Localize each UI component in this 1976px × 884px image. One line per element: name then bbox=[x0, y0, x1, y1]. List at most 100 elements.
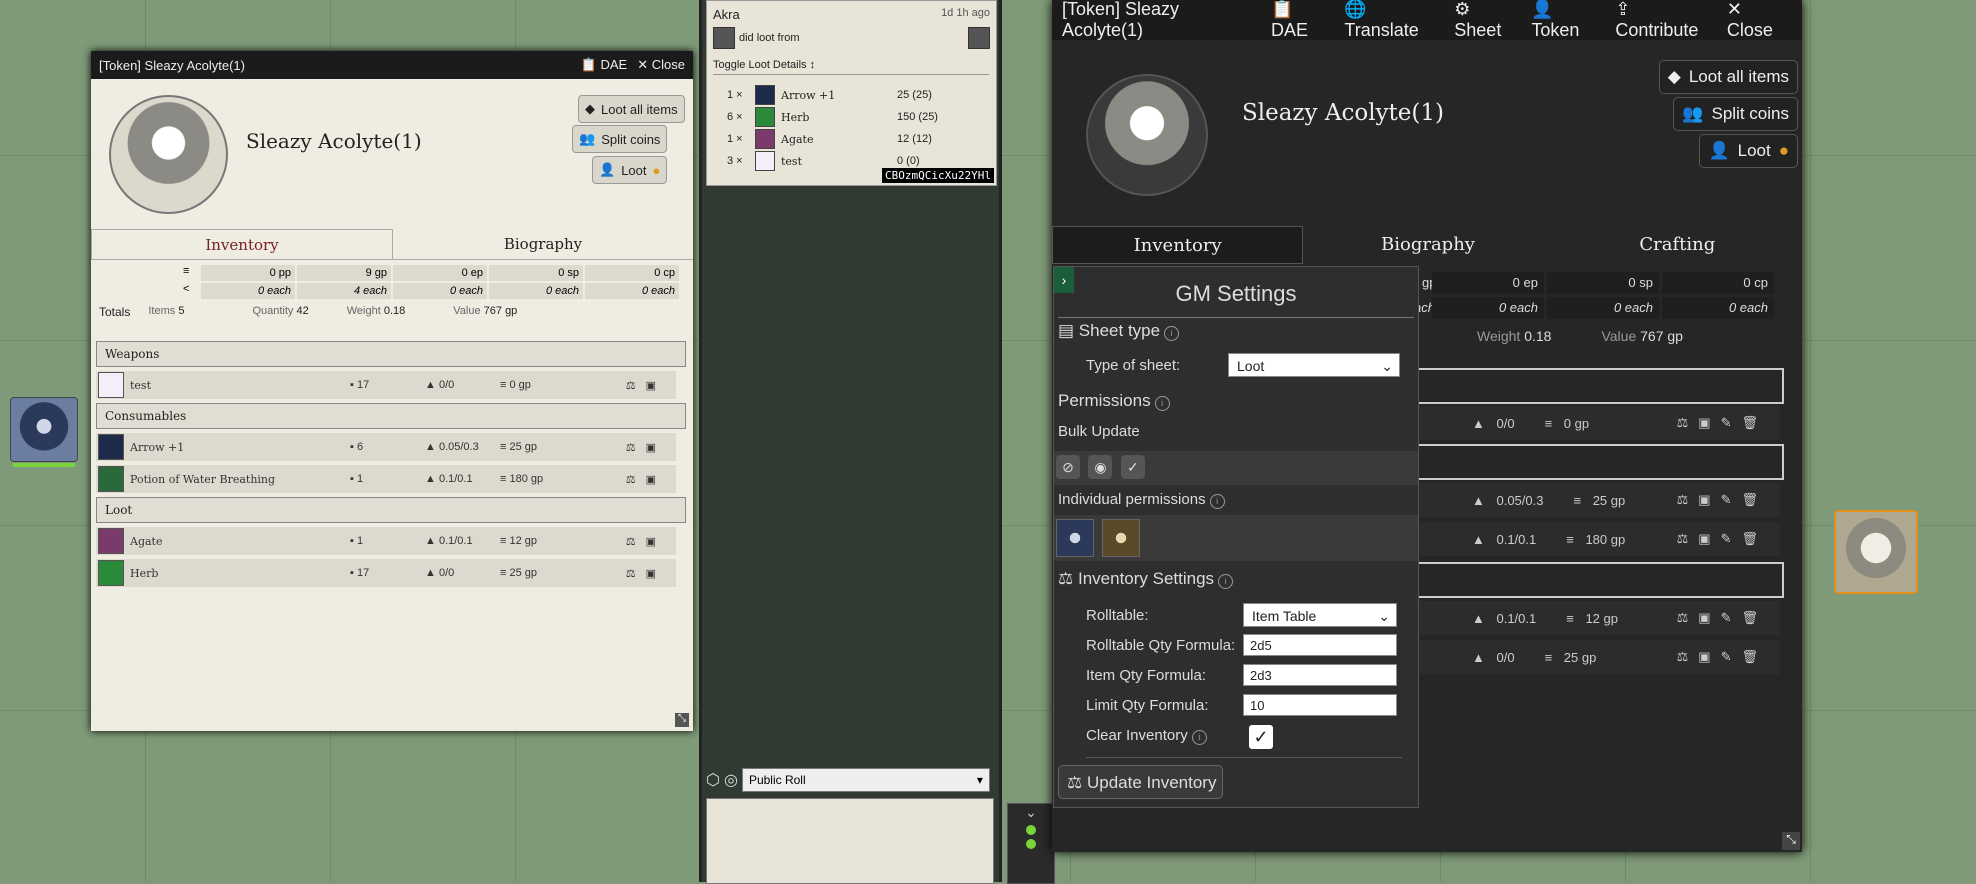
tab-biography[interactable]: Biography bbox=[393, 229, 693, 259]
limit-qty-input[interactable]: 10 bbox=[1243, 694, 1397, 716]
close-button[interactable]: ✕ Close bbox=[637, 57, 685, 73]
item-row[interactable]: ▲ 0.1/0.1 ≡ 12 gp ⚖▣✎🗑 bbox=[1412, 601, 1780, 635]
token-button[interactable]: 👤 Token bbox=[1531, 0, 1605, 41]
loot-button[interactable]: 👤 Loot ● bbox=[592, 156, 668, 184]
item-actions-icon[interactable]: ⚖▣✎🗑 bbox=[1677, 649, 1768, 665]
item-image bbox=[98, 466, 124, 492]
split-coins-button[interactable]: 👥 Split coins bbox=[572, 125, 668, 153]
contribute-button[interactable]: ⇪ Contribute bbox=[1615, 0, 1717, 41]
item-row[interactable]: ▲ 0.1/0.1 ≡ 180 gp ⚖▣✎🗑 bbox=[1412, 522, 1780, 556]
coin-icon: ● bbox=[652, 162, 661, 178]
actor-name[interactable]: Sleazy Acolyte(1) bbox=[246, 129, 422, 153]
tab-biography[interactable]: Biography bbox=[1303, 226, 1552, 264]
close-button[interactable]: ✕ Close bbox=[1727, 0, 1792, 41]
item-image bbox=[98, 434, 124, 460]
chat-message: Akra 1d 1h ago did loot from Toggle Loot… bbox=[706, 0, 997, 186]
rolltable-qty-input[interactable]: 2d5 bbox=[1243, 634, 1397, 656]
coin-gp[interactable]: 9 gp bbox=[297, 265, 391, 281]
item-row[interactable]: ▲ 0/0 ≡ 25 gp ⚖▣✎🗑 bbox=[1412, 640, 1780, 674]
inventory-settings-heading: ⚖ Inventory Settings i bbox=[1058, 569, 1234, 589]
map-token-sleazy-acolyte[interactable] bbox=[1834, 510, 1918, 594]
toggle-loot-details[interactable]: Toggle Loot Details ↕ bbox=[713, 59, 989, 75]
info-icon[interactable]: i bbox=[1209, 494, 1225, 509]
split-coins-button[interactable]: 👥 Split coins bbox=[1673, 97, 1798, 131]
coin-ep[interactable]: 0 ep bbox=[393, 265, 487, 281]
eye-icon[interactable]: ◉ bbox=[1088, 455, 1113, 479]
item-actions-icon[interactable]: ⚖▣ bbox=[626, 535, 666, 548]
info-icon[interactable]: i bbox=[1218, 574, 1234, 589]
actor-portrait[interactable] bbox=[109, 95, 228, 214]
coin-ep[interactable]: 0 ep bbox=[1432, 272, 1544, 294]
section-consumables: Consumables bbox=[96, 403, 686, 429]
actor-portrait[interactable] bbox=[1086, 74, 1208, 196]
totals-weight: 0.18 bbox=[1524, 328, 1552, 344]
item-row[interactable]: Herb ▪ 17 ▲ 0/0 ≡ 25 gp ⚖▣ bbox=[96, 559, 676, 587]
chevron-right-icon[interactable]: › bbox=[1054, 267, 1074, 293]
chevron-down-icon[interactable]: ⌄ bbox=[1008, 804, 1054, 821]
loot-all-button[interactable]: ◆ Loot all items bbox=[1658, 60, 1798, 94]
player-token-2[interactable] bbox=[1102, 519, 1141, 557]
check-icon[interactable]: ✓ bbox=[1120, 455, 1145, 479]
coin-sp[interactable]: 0 sp bbox=[489, 265, 583, 281]
player-token-1[interactable] bbox=[1056, 519, 1094, 557]
sheet-button[interactable]: ⚙ Sheet bbox=[1454, 0, 1521, 41]
chat-input[interactable] bbox=[706, 798, 994, 884]
info-icon[interactable]: i bbox=[1191, 730, 1207, 745]
map-token-acolyte-blue[interactable] bbox=[10, 397, 78, 467]
item-actions-icon[interactable]: ⚖▣ bbox=[626, 473, 666, 486]
item-qty-input[interactable]: 2d3 bbox=[1243, 664, 1397, 686]
item-actions-icon[interactable]: ⚖▣✎🗑 bbox=[1677, 415, 1768, 431]
window-header: [Token] Sleazy Acolyte(1) 📋 DAE 🌐 Transl… bbox=[1052, 0, 1802, 40]
totals-items: 5 bbox=[178, 305, 185, 317]
coin-cp[interactable]: 0 cp bbox=[585, 265, 679, 281]
item-actions-icon[interactable]: ⚖▣ bbox=[626, 379, 666, 392]
item-row[interactable]: Potion of Water Breathing ▪ 1 ▲ 0.1/0.1 ≡ 1… bbox=[96, 465, 676, 493]
loot-button[interactable]: 👤 Loot ● bbox=[1699, 134, 1798, 168]
rolltable-select[interactable]: Item Table ⌄ bbox=[1243, 603, 1397, 627]
ban-icon[interactable]: ⊘ bbox=[1056, 455, 1080, 479]
section-loot: Loot bbox=[96, 497, 686, 523]
item-row[interactable]: test ▪ 17 ▲ 0/0 ≡ 0 gp ⚖▣ bbox=[96, 371, 676, 399]
item-row[interactable]: Agate ▪ 1 ▲ 0.1/0.1 ≡ 12 gp ⚖▣ bbox=[96, 527, 676, 555]
info-icon[interactable]: i bbox=[1154, 396, 1170, 411]
user-icon: 👤 bbox=[599, 162, 616, 177]
clear-inventory-checkbox[interactable]: ✓ bbox=[1249, 725, 1273, 749]
split-coins-label: Split coins bbox=[601, 131, 661, 147]
gem-icon: ◆ bbox=[585, 101, 595, 116]
section-header bbox=[1412, 444, 1784, 480]
loot-all-button[interactable]: ◆ Loot all items bbox=[578, 95, 685, 123]
coin-each: 0 each bbox=[1662, 297, 1774, 319]
update-inventory-button[interactable]: ⚖ Update Inventory bbox=[1058, 765, 1223, 799]
target-icon[interactable]: ◎ bbox=[724, 770, 738, 790]
info-icon[interactable]: i bbox=[1164, 326, 1180, 341]
item-actions-icon[interactable]: ⚖▣ bbox=[626, 567, 666, 580]
translate-button[interactable]: 🌐 Translate bbox=[1344, 0, 1444, 41]
window-title: [Token] Sleazy Acolyte(1) bbox=[1062, 0, 1180, 40]
coin-sp[interactable]: 0 sp bbox=[1547, 272, 1659, 294]
loot-sheet-window-left: [Token] Sleazy Acolyte(1) 📋 DAE ✕ Close … bbox=[91, 51, 693, 731]
item-image bbox=[755, 85, 775, 105]
resize-handle-icon[interactable]: ⤡ bbox=[1782, 832, 1800, 850]
resize-handle-icon[interactable]: ⤡ bbox=[675, 713, 689, 727]
item-actions-icon[interactable]: ⚖▣✎🗑 bbox=[1677, 492, 1768, 508]
roll-mode-select[interactable]: Public Roll ▾ bbox=[741, 768, 990, 792]
item-row[interactable]: ▲ 0/0 ≡ 0 gp ⚖▣✎🗑 bbox=[1412, 406, 1780, 440]
tab-crafting[interactable]: Crafting bbox=[1553, 226, 1802, 264]
coin-cp[interactable]: 0 cp bbox=[1662, 272, 1774, 294]
dice-icon[interactable]: ⬡ bbox=[706, 770, 720, 790]
coin-each-sp: 0 each bbox=[489, 283, 583, 299]
item-actions-icon[interactable]: ⚖▣ bbox=[626, 441, 666, 454]
coin-pp[interactable]: 0 pp bbox=[201, 265, 295, 281]
type-of-sheet-select[interactable]: Loot ⌄ bbox=[1228, 353, 1400, 377]
tab-inventory[interactable]: Inventory bbox=[1052, 226, 1304, 264]
item-actions-icon[interactable]: ⚖▣✎🗑 bbox=[1677, 531, 1768, 547]
chat-sidebar: Akra 1d 1h ago did loot from Toggle Loot… bbox=[699, 0, 1002, 884]
tab-inventory[interactable]: Inventory bbox=[91, 229, 393, 259]
item-row[interactable]: ▲ 0.05/0.3 ≡ 25 gp ⚖▣✎🗑 bbox=[1412, 483, 1780, 517]
chevron-down-icon: ⌄ bbox=[1378, 608, 1390, 624]
item-row[interactable]: Arrow +1 ▪ 6 ▲ 0.05/0.3 ≡ 25 gp ⚖▣ bbox=[96, 433, 676, 461]
actor-name[interactable]: Sleazy Acolyte(1) bbox=[1242, 100, 1444, 126]
dae-button[interactable]: 📋 DAE bbox=[1271, 0, 1334, 41]
dae-button[interactable]: 📋 DAE bbox=[581, 57, 628, 73]
item-actions-icon[interactable]: ⚖▣✎🗑 bbox=[1677, 610, 1768, 626]
